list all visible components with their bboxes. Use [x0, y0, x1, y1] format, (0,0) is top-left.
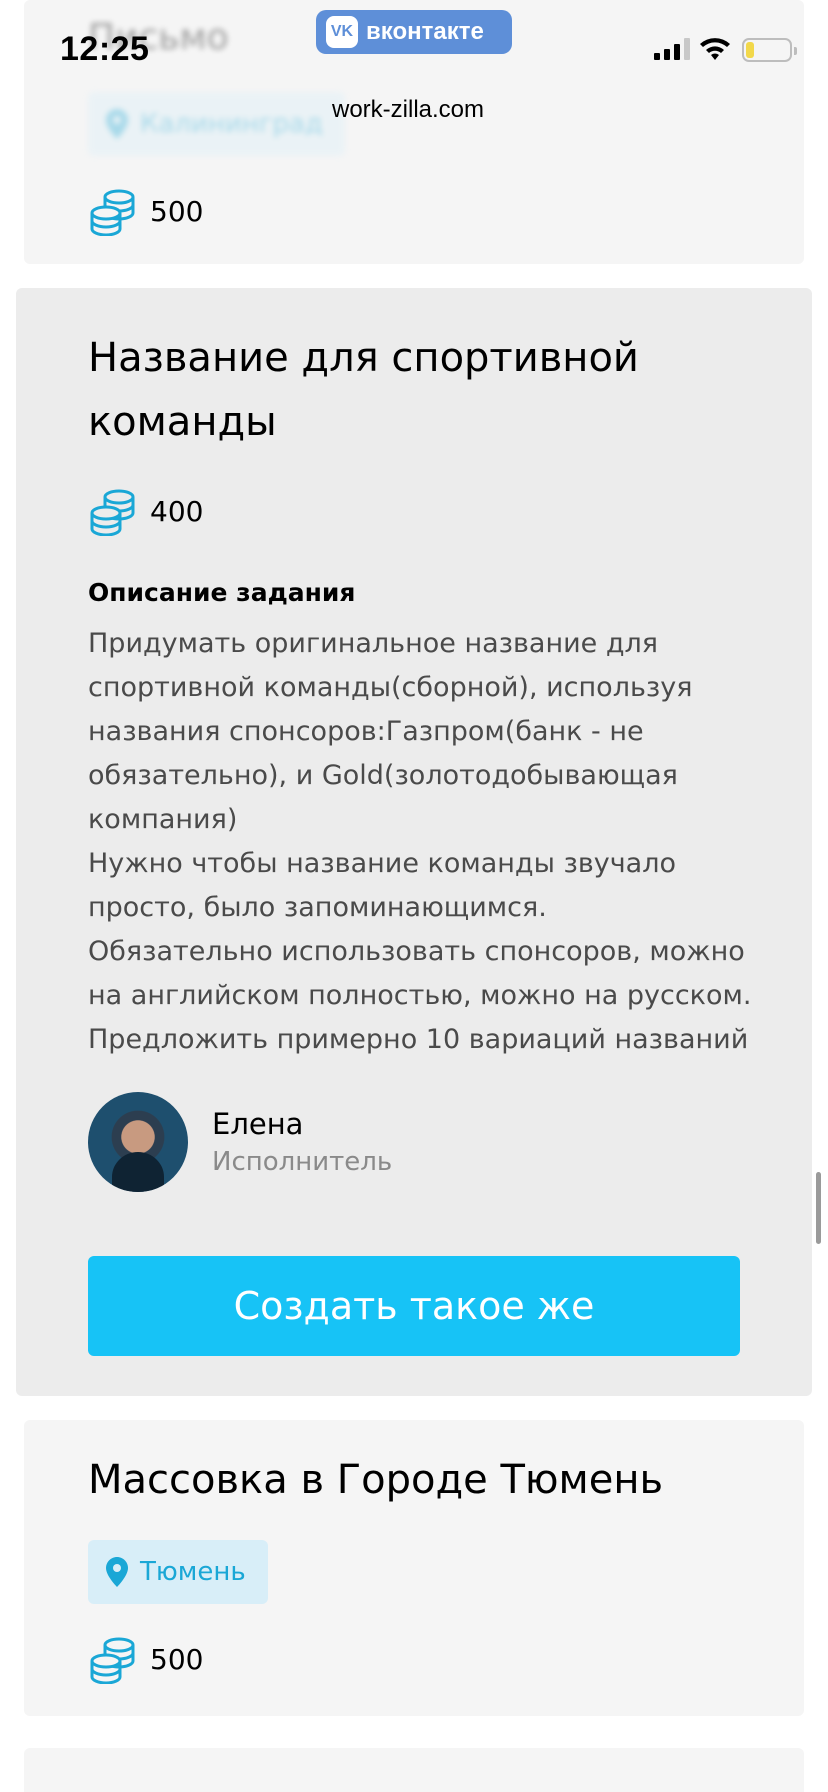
- task-title: Название для спортивной команды: [88, 335, 639, 445]
- price-row: 400: [88, 486, 203, 536]
- location-pin-icon: [106, 109, 128, 139]
- price-amount: 400: [150, 494, 204, 528]
- location-label: Калининград: [140, 109, 323, 139]
- price-row: 500: [88, 1634, 203, 1684]
- site-url: work-zilla.com: [332, 96, 485, 123]
- wifi-icon: [700, 38, 730, 60]
- price-row: 500: [88, 186, 203, 236]
- back-to-app-label: вконтакте: [366, 18, 484, 45]
- avatar[interactable]: [88, 1092, 188, 1192]
- price-amount: 500: [150, 1642, 204, 1676]
- task-card-next[interactable]: [24, 1748, 804, 1792]
- battery-icon: [742, 38, 797, 62]
- user-row[interactable]: Елена Исполнитель: [88, 1092, 392, 1192]
- user-name: Елена: [212, 1107, 304, 1141]
- cellular-signal-icon: [654, 38, 690, 60]
- user-role: Исполнитель: [212, 1147, 393, 1177]
- status-time: 12:25: [60, 30, 150, 68]
- description-text: Придумать оригинальное название для спор…: [88, 628, 752, 1055]
- coins-icon: [90, 489, 135, 536]
- location-tag: Калининград: [88, 92, 345, 156]
- location-label: Тюмень: [140, 1557, 246, 1587]
- scrollbar[interactable]: [816, 1172, 821, 1244]
- coins-icon: [90, 189, 135, 236]
- location-pin-icon: [106, 1557, 128, 1587]
- coins-icon: [90, 1637, 135, 1684]
- battery-level: [746, 42, 754, 58]
- vk-logo-icon: VK: [326, 16, 358, 48]
- task-card-sports-team[interactable]: Название для спортивной команды 400 Опис…: [16, 288, 812, 1396]
- task-title: Массовка в Городе Тюмень: [88, 1457, 664, 1503]
- back-to-app-pill[interactable]: VK вконтакте: [316, 10, 512, 54]
- status-bar: 12:25 VK вконтакте: [0, 0, 828, 92]
- price-amount: 500: [150, 194, 204, 228]
- create-same-button[interactable]: Создать такое же: [88, 1256, 740, 1356]
- task-card-extras[interactable]: Массовка в Городе Тюмень Тюмень 500: [24, 1420, 804, 1716]
- user-info: Елена Исполнитель: [212, 1107, 392, 1177]
- location-tag: Тюмень: [88, 1540, 268, 1604]
- description-heading: Описание задания: [88, 578, 356, 607]
- page: Письмо Калининград 500 Название для спор…: [0, 0, 828, 1792]
